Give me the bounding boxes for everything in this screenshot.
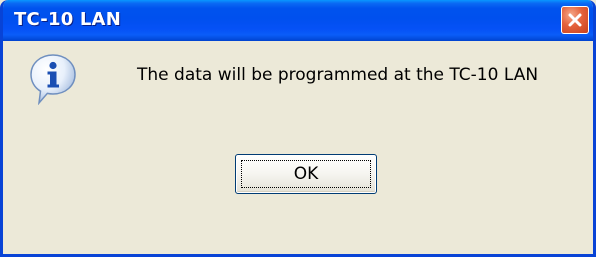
window-title: TC-10 LAN [14, 9, 121, 30]
dialog-message: The data will be programmed at the TC-10… [137, 65, 539, 85]
ok-button-label: OK [241, 160, 371, 188]
close-icon [568, 13, 582, 27]
close-button[interactable] [561, 6, 589, 34]
title-bar[interactable]: TC-10 LAN [3, 0, 593, 41]
ok-button[interactable]: OK [235, 154, 377, 194]
information-icon [29, 53, 77, 110]
message-dialog: TC-10 LAN The data will be programmed at… [0, 0, 596, 257]
